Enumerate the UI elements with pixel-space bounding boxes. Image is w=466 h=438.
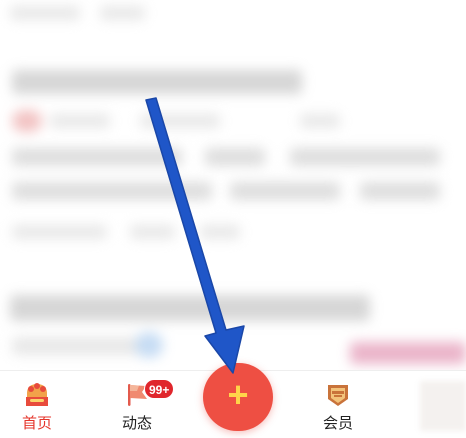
partial-nav-item bbox=[420, 381, 466, 431]
nav-home[interactable]: 首页 bbox=[2, 371, 72, 438]
nav-member[interactable]: 会员 bbox=[303, 371, 373, 438]
nav-member-label: 会员 bbox=[322, 415, 353, 432]
blurred-feed bbox=[0, 0, 466, 370]
plus-icon: + bbox=[227, 374, 249, 415]
nav-dynamics[interactable]: 99+ 动态 bbox=[102, 371, 175, 438]
nav-dynamics-label: 动态 bbox=[121, 415, 152, 432]
notification-badge: 99+ bbox=[144, 379, 175, 399]
nav-home-label: 首页 bbox=[21, 415, 52, 432]
post-button[interactable]: + bbox=[203, 363, 273, 431]
home-icon bbox=[26, 383, 48, 406]
member-badge-icon bbox=[328, 385, 348, 406]
